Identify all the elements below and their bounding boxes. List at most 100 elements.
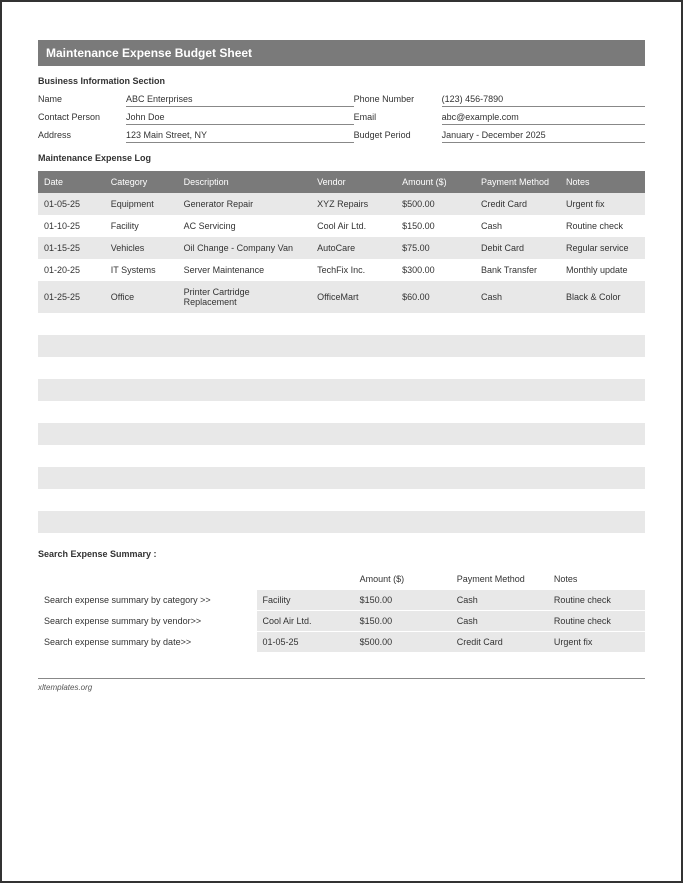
cell-vendor[interactable]: XYZ Repairs	[311, 193, 396, 215]
cell-category[interactable]	[105, 511, 178, 533]
cell-date[interactable]	[38, 401, 105, 423]
summary-notes[interactable]: Urgent fix	[548, 632, 645, 653]
cell-category[interactable]	[105, 357, 178, 379]
cell-amount[interactable]	[396, 445, 475, 467]
phone-value[interactable]: (123) 456-7890	[442, 94, 645, 107]
cell-payment[interactable]	[475, 313, 560, 335]
cell-category[interactable]: Equipment	[105, 193, 178, 215]
cell-category[interactable]: Office	[105, 281, 178, 313]
cell-description[interactable]	[178, 467, 312, 489]
cell-vendor[interactable]	[311, 357, 396, 379]
cell-category[interactable]: Facility	[105, 215, 178, 237]
cell-vendor[interactable]	[311, 401, 396, 423]
cell-category[interactable]	[105, 379, 178, 401]
cell-amount[interactable]	[396, 423, 475, 445]
cell-payment[interactable]	[475, 401, 560, 423]
cell-payment[interactable]: Cash	[475, 281, 560, 313]
cell-vendor[interactable]: Cool Air Ltd.	[311, 215, 396, 237]
cell-date[interactable]	[38, 335, 105, 357]
cell-description[interactable]	[178, 313, 312, 335]
cell-date[interactable]: 01-15-25	[38, 237, 105, 259]
cell-amount[interactable]: $60.00	[396, 281, 475, 313]
cell-category[interactable]	[105, 489, 178, 511]
summary-amount[interactable]: $150.00	[354, 590, 451, 611]
cell-vendor[interactable]	[311, 445, 396, 467]
cell-payment[interactable]: Bank Transfer	[475, 259, 560, 281]
summary-payment[interactable]: Credit Card	[451, 632, 548, 653]
cell-vendor[interactable]	[311, 335, 396, 357]
cell-vendor[interactable]	[311, 489, 396, 511]
summary-notes[interactable]: Routine check	[548, 611, 645, 632]
cell-payment[interactable]: Debit Card	[475, 237, 560, 259]
cell-notes[interactable]	[560, 511, 645, 533]
cell-amount[interactable]	[396, 313, 475, 335]
cell-date[interactable]	[38, 379, 105, 401]
cell-payment[interactable]: Credit Card	[475, 193, 560, 215]
summary-payment[interactable]: Cash	[451, 611, 548, 632]
cell-notes[interactable]	[560, 313, 645, 335]
cell-category[interactable]	[105, 467, 178, 489]
cell-category[interactable]	[105, 445, 178, 467]
cell-description[interactable]: Server Maintenance	[178, 259, 312, 281]
cell-notes[interactable]	[560, 489, 645, 511]
cell-notes[interactable]: Regular service	[560, 237, 645, 259]
cell-vendor[interactable]: OfficeMart	[311, 281, 396, 313]
cell-description[interactable]	[178, 401, 312, 423]
cell-vendor[interactable]	[311, 379, 396, 401]
cell-description[interactable]	[178, 335, 312, 357]
cell-payment[interactable]: Cash	[475, 215, 560, 237]
cell-category[interactable]	[105, 335, 178, 357]
cell-notes[interactable]	[560, 401, 645, 423]
cell-description[interactable]: Oil Change - Company Van	[178, 237, 312, 259]
cell-notes[interactable]	[560, 445, 645, 467]
cell-date[interactable]: 01-20-25	[38, 259, 105, 281]
cell-date[interactable]: 01-10-25	[38, 215, 105, 237]
cell-date[interactable]: 01-25-25	[38, 281, 105, 313]
cell-amount[interactable]	[396, 467, 475, 489]
summary-value[interactable]: 01-05-25	[257, 632, 354, 653]
cell-notes[interactable]: Monthly update	[560, 259, 645, 281]
cell-amount[interactable]: $75.00	[396, 237, 475, 259]
cell-date[interactable]: 01-05-25	[38, 193, 105, 215]
cell-description[interactable]	[178, 489, 312, 511]
cell-amount[interactable]: $150.00	[396, 215, 475, 237]
cell-amount[interactable]: $500.00	[396, 193, 475, 215]
cell-vendor[interactable]	[311, 423, 396, 445]
cell-payment[interactable]	[475, 445, 560, 467]
cell-category[interactable]	[105, 423, 178, 445]
cell-notes[interactable]	[560, 379, 645, 401]
cell-category[interactable]	[105, 313, 178, 335]
cell-date[interactable]	[38, 511, 105, 533]
cell-date[interactable]	[38, 313, 105, 335]
cell-category[interactable]: IT Systems	[105, 259, 178, 281]
cell-notes[interactable]: Urgent fix	[560, 193, 645, 215]
address-value[interactable]: 123 Main Street, NY	[126, 130, 354, 143]
cell-amount[interactable]: $300.00	[396, 259, 475, 281]
cell-date[interactable]	[38, 489, 105, 511]
contact-value[interactable]: John Doe	[126, 112, 354, 125]
cell-payment[interactable]	[475, 379, 560, 401]
summary-amount[interactable]: $150.00	[354, 611, 451, 632]
summary-value[interactable]: Facility	[257, 590, 354, 611]
cell-notes[interactable]: Routine check	[560, 215, 645, 237]
budget-period-value[interactable]: January - December 2025	[442, 130, 645, 143]
cell-date[interactable]	[38, 467, 105, 489]
cell-notes[interactable]: Black & Color	[560, 281, 645, 313]
cell-description[interactable]: AC Servicing	[178, 215, 312, 237]
email-value[interactable]: abc@example.com	[442, 112, 645, 125]
cell-vendor[interactable]	[311, 313, 396, 335]
cell-payment[interactable]	[475, 511, 560, 533]
cell-vendor[interactable]: AutoCare	[311, 237, 396, 259]
cell-payment[interactable]	[475, 489, 560, 511]
cell-notes[interactable]	[560, 467, 645, 489]
cell-description[interactable]	[178, 423, 312, 445]
cell-description[interactable]	[178, 445, 312, 467]
cell-notes[interactable]	[560, 335, 645, 357]
cell-date[interactable]	[38, 445, 105, 467]
cell-payment[interactable]	[475, 423, 560, 445]
cell-payment[interactable]	[475, 335, 560, 357]
cell-date[interactable]	[38, 423, 105, 445]
cell-category[interactable]: Vehicles	[105, 237, 178, 259]
cell-vendor[interactable]: TechFix Inc.	[311, 259, 396, 281]
cell-description[interactable]: Generator Repair	[178, 193, 312, 215]
